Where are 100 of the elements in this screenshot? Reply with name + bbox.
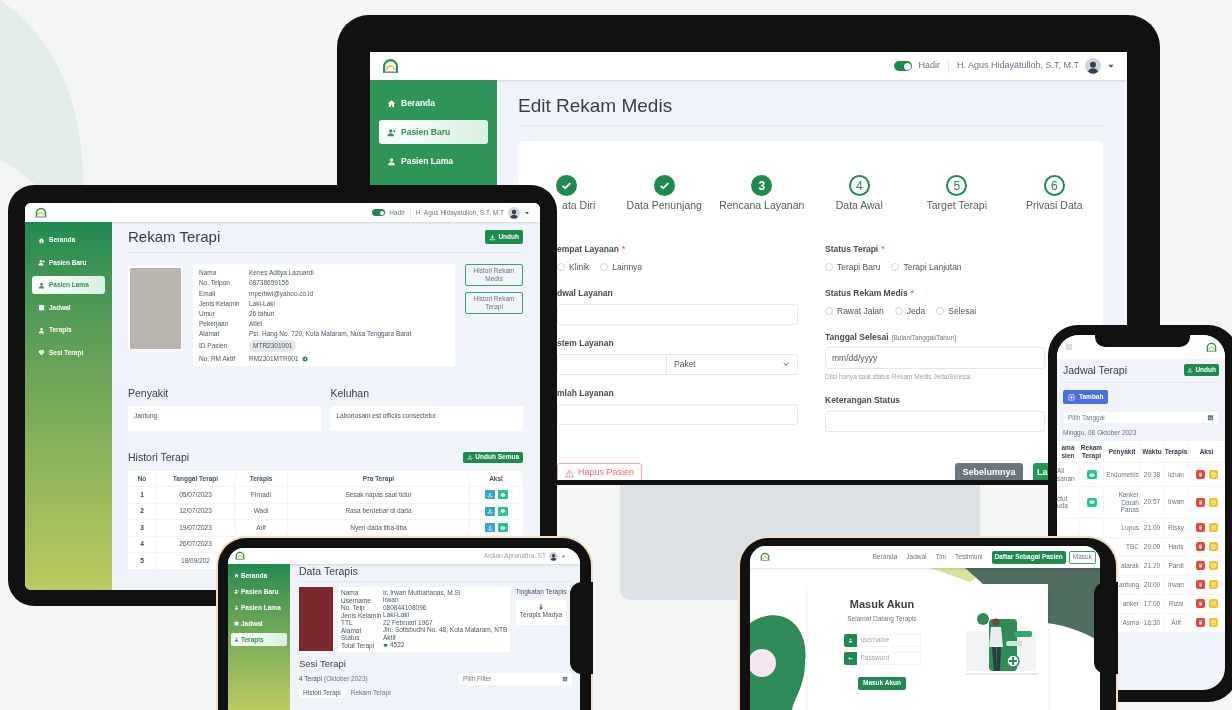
input-field[interactable]: [557, 403, 798, 425]
edit-icon: [1211, 601, 1216, 606]
section-heading: Penyakit: [128, 387, 170, 399]
arrow-circle-icon[interactable]: [301, 356, 308, 363]
menu-item-icon: [38, 236, 45, 244]
input-field[interactable]: [557, 303, 798, 325]
eye-icon: [500, 508, 506, 515]
date-field[interactable]: mm/dd/yyyy: [825, 347, 1045, 369]
input-field[interactable]: [557, 353, 667, 375]
caret-icon[interactable]: [561, 553, 566, 559]
select-field[interactable]: Paket: [667, 353, 798, 375]
menu-item-icon: [234, 637, 239, 642]
radio-button[interactable]: [825, 263, 833, 272]
menu-item-icon: [38, 349, 45, 356]
radio-label: Klinik: [569, 261, 590, 274]
next-button[interactable]: La: [1033, 463, 1049, 480]
menu-item-icon: [234, 605, 239, 610]
menu-item-icon: [38, 304, 45, 311]
edit-icon: [1211, 525, 1216, 530]
download-button[interactable]: [485, 490, 495, 500]
avatar-icon[interactable]: [1085, 58, 1101, 74]
radio-button[interactable]: [825, 307, 833, 316]
eye-icon: [1088, 471, 1095, 478]
view-button[interactable]: [1086, 497, 1097, 507]
sidebar-item[interactable]: Pasien Lama: [379, 149, 488, 173]
menu-item-icon: [38, 326, 45, 334]
sidebar-item[interactable]: Pasien Baru: [379, 120, 488, 144]
radio-label: Jeda: [906, 305, 926, 318]
logo-icon[interactable]: [760, 552, 770, 562]
view-button[interactable]: [498, 523, 508, 533]
field-label: Keterangan Status: [825, 395, 901, 406]
section-heading: Histori Terapi: [128, 451, 190, 463]
delete-button[interactable]: [1196, 497, 1205, 507]
menu-icon[interactable]: [1065, 343, 1073, 351]
radio-button[interactable]: [894, 307, 903, 316]
status-label: Hadir: [918, 59, 940, 73]
radio-label: Selesai: [948, 305, 977, 318]
back-button[interactable]: Sebelumnya: [955, 463, 1023, 480]
step-label: Privasi Data: [1025, 200, 1083, 211]
delete-button[interactable]: [1196, 618, 1205, 627]
logo-icon[interactable]: [35, 206, 47, 219]
edit-icon: [1211, 620, 1216, 625]
delete-button[interactable]: [1196, 561, 1205, 570]
field-label: mlah Layanan: [557, 388, 614, 399]
logo-icon[interactable]: [235, 551, 245, 561]
field-label: stem Layanan: [557, 338, 614, 349]
sidebar-item[interactable]: Beranda: [379, 91, 488, 115]
delete-button[interactable]: [1196, 580, 1205, 589]
avatar-icon[interactable]: [549, 551, 558, 561]
radio-button[interactable]: [891, 263, 900, 272]
chevron-icon: [782, 360, 790, 368]
field-label: empat Layanan: [557, 244, 619, 255]
user-name: H. Agus Hidayatulloh, S.T, M.T: [956, 59, 1079, 73]
download-button[interactable]: [485, 523, 495, 533]
step-number: 5: [946, 175, 968, 196]
warning-icon: [565, 468, 574, 478]
avatar-icon[interactable]: [508, 206, 520, 219]
required-mark: *: [910, 288, 914, 299]
download-icon: [487, 524, 493, 531]
field-label: dwal Layanan: [557, 288, 613, 299]
caret-icon[interactable]: [1107, 62, 1115, 70]
step-label: Target Terapi: [926, 200, 987, 211]
delete-button[interactable]: [1196, 599, 1205, 608]
view-button[interactable]: [498, 490, 508, 500]
field-label: Status Terapi: [825, 244, 879, 255]
page-title: Jadwal Terapi: [1063, 364, 1127, 376]
view-button[interactable]: [1086, 470, 1097, 479]
menu-item-icon: [387, 156, 396, 166]
edit-button[interactable]: [1209, 497, 1218, 507]
logo-icon[interactable]: [1206, 341, 1217, 353]
menu-item-icon: [387, 127, 396, 137]
delete-button[interactable]: [1196, 470, 1205, 479]
toggle-switch[interactable]: [894, 61, 913, 71]
page-title: Edit Rekam Medis: [518, 96, 674, 116]
radio-label: Terapi Lanjutan: [903, 261, 962, 274]
trash-icon: [1198, 601, 1203, 606]
delete-button[interactable]: [1196, 542, 1205, 551]
delete-button[interactable]: [1196, 523, 1205, 532]
step-label: Data Awal: [835, 200, 883, 211]
menu-item-icon: [234, 589, 239, 594]
view-button[interactable]: [498, 506, 508, 516]
menu-item-icon: [38, 259, 45, 266]
key-icon: [847, 655, 853, 661]
calendar-icon: [1207, 414, 1214, 421]
heart-icon: [383, 642, 388, 648]
input-field[interactable]: [825, 410, 1045, 432]
logo-icon[interactable]: [382, 57, 399, 75]
edit-icon: [1211, 472, 1216, 477]
toggle-switch[interactable]: [372, 209, 386, 216]
menu-item-icon: [38, 281, 45, 289]
download-button[interactable]: [485, 506, 495, 516]
radio-button[interactable]: [936, 307, 945, 316]
login-title: Masuk Akun: [849, 598, 915, 611]
user-icon: [847, 637, 853, 643]
photo-placeholder: [299, 587, 333, 651]
radio-button[interactable]: [600, 263, 609, 272]
step-label: ata Diri: [561, 200, 596, 211]
trash-icon: [1198, 582, 1203, 587]
caret-icon[interactable]: [524, 209, 530, 216]
download-icon: [487, 508, 493, 515]
